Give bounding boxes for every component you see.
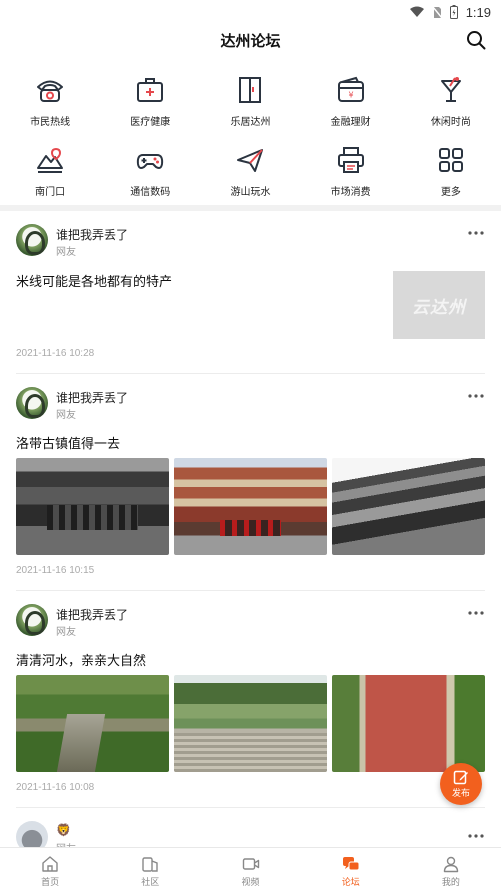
category-finance[interactable]: ¥ 金融理财 <box>301 70 401 140</box>
category-health[interactable]: 医疗健康 <box>100 70 200 140</box>
search-icon[interactable] <box>465 29 487 51</box>
category-hotline[interactable]: 市民热线 <box>0 70 100 140</box>
gamepad-icon <box>137 154 164 169</box>
category-housing[interactable]: 乐居达州 <box>200 70 300 140</box>
post-author[interactable]: 谁把我弄丢了 <box>56 389 128 406</box>
page-title: 达州论坛 <box>220 33 281 50</box>
forum-icon <box>342 857 360 871</box>
post-text[interactable]: 清清河水，亲亲大自然 <box>16 650 146 669</box>
no-sim-icon <box>432 6 442 18</box>
publish-label: 发布 <box>451 788 470 798</box>
post-image[interactable] <box>332 458 485 555</box>
community-icon <box>142 857 158 872</box>
grid-icon <box>438 148 463 172</box>
landscape-icon <box>37 147 64 173</box>
edit-icon <box>453 770 468 785</box>
status-time: 1:19 <box>465 4 491 20</box>
category-consumer[interactable]: 市场消费 <box>301 140 401 210</box>
paper-plane-icon <box>237 149 264 172</box>
nav-community[interactable]: 社区 <box>100 848 200 890</box>
category-label: 游山玩水 <box>230 187 271 198</box>
door-icon <box>239 77 262 103</box>
post-separator <box>16 807 485 808</box>
home-icon <box>42 856 58 872</box>
app-header: 达州论坛 <box>0 24 501 56</box>
more-options-icon[interactable] <box>467 610 485 616</box>
category-grid: 市民热线 医疗健康 乐居达州 ¥ 金融理财 休闲时尚 南门口 通信数码 游山玩水… <box>0 70 501 210</box>
category-label: 更多 <box>440 187 461 198</box>
avatar[interactable] <box>16 387 48 419</box>
nav-label: 我的 <box>441 877 460 887</box>
post-author[interactable]: 谁把我弄丢了 <box>56 606 128 623</box>
post-image-row <box>16 675 485 772</box>
post-author-role: 网友 <box>56 247 76 258</box>
post-card[interactable]: 🦁 网友 <box>16 821 485 847</box>
post-date: 2021-11-16 10:28 <box>16 348 95 359</box>
post-thumbnail[interactable]: 云达州 <box>393 271 485 339</box>
nav-home[interactable]: 首页 <box>0 848 100 890</box>
nav-video[interactable]: 视频 <box>200 848 300 890</box>
wallet-icon: ¥ <box>337 76 364 102</box>
thumbnail-logo-text: 云达州 <box>412 297 466 317</box>
nav-profile[interactable]: 我的 <box>401 848 501 890</box>
avatar[interactable] <box>16 604 48 636</box>
post-author-role: 网友 <box>56 627 76 638</box>
category-label: 南门口 <box>35 187 66 198</box>
avatar[interactable] <box>16 821 48 847</box>
nav-forum[interactable]: 论坛 <box>301 848 401 890</box>
svg-text:¥: ¥ <box>348 91 353 100</box>
post-text[interactable]: 洛带古镇值得一去 <box>16 433 120 452</box>
category-nanmenkou[interactable]: 南门口 <box>0 140 100 210</box>
post-date: 2021-11-16 10:08 <box>16 782 95 793</box>
more-options-icon[interactable] <box>467 393 485 399</box>
category-travel[interactable]: 游山玩水 <box>200 140 300 210</box>
category-digital[interactable]: 通信数码 <box>100 140 200 210</box>
more-options-icon[interactable] <box>467 833 485 839</box>
video-icon <box>242 858 259 870</box>
post-author[interactable]: 🦁 <box>56 823 71 837</box>
post-author-role: 网友 <box>56 410 76 421</box>
wifi-icon <box>409 6 424 17</box>
nav-label: 论坛 <box>341 877 360 887</box>
post-separator <box>16 590 485 591</box>
post-card[interactable]: 谁把我弄丢了 网友 清清河水，亲亲大自然 2021-11-16 10:08 <box>16 604 485 819</box>
category-label: 乐居达州 <box>230 117 271 128</box>
nav-label: 社区 <box>141 877 160 887</box>
category-label: 市场消费 <box>330 187 371 198</box>
publish-button[interactable]: 发布 <box>440 763 482 805</box>
category-label: 市民热线 <box>30 117 71 128</box>
category-label: 医疗健康 <box>130 117 171 128</box>
post-date: 2021-11-16 10:15 <box>16 565 95 576</box>
post-card[interactable]: 谁把我弄丢了 网友 洛带古镇值得一去 2021-11-16 10:15 <box>16 387 485 602</box>
post-author[interactable]: 谁把我弄丢了 <box>56 226 128 243</box>
avatar[interactable] <box>16 224 48 256</box>
post-author-role: 网友 <box>56 840 76 847</box>
post-image[interactable] <box>332 675 485 772</box>
post-feed[interactable]: 谁把我弄丢了 网友 米线可能是各地都有的特产 云达州 2021-11-16 10… <box>0 211 501 847</box>
more-options-icon[interactable] <box>467 230 485 236</box>
post-card[interactable]: 谁把我弄丢了 网友 米线可能是各地都有的特产 云达州 2021-11-16 10… <box>16 224 485 374</box>
bottom-nav: 首页 社区 视频 论坛 我的 <box>0 847 501 890</box>
nav-label: 视频 <box>241 877 260 887</box>
category-label: 金融理财 <box>330 117 371 128</box>
post-image[interactable] <box>174 675 327 772</box>
battery-icon <box>449 5 458 19</box>
category-more[interactable]: 更多 <box>401 140 501 210</box>
cocktail-icon <box>440 77 461 102</box>
printer-icon <box>337 147 364 173</box>
medical-kit-icon <box>137 78 164 102</box>
post-image-row <box>16 458 485 555</box>
post-image[interactable] <box>16 458 169 555</box>
category-leisure[interactable]: 休闲时尚 <box>401 70 501 140</box>
post-image[interactable] <box>16 675 169 772</box>
nav-label: 首页 <box>41 877 60 887</box>
profile-icon <box>443 856 459 873</box>
post-separator <box>16 373 485 374</box>
category-label: 通信数码 <box>130 187 171 198</box>
telephone-icon <box>37 80 64 102</box>
category-label: 休闲时尚 <box>430 117 471 128</box>
post-image[interactable] <box>174 458 327 555</box>
post-text[interactable]: 米线可能是各地都有的特产 <box>16 271 172 290</box>
status-bar: 1:19 <box>0 0 501 24</box>
